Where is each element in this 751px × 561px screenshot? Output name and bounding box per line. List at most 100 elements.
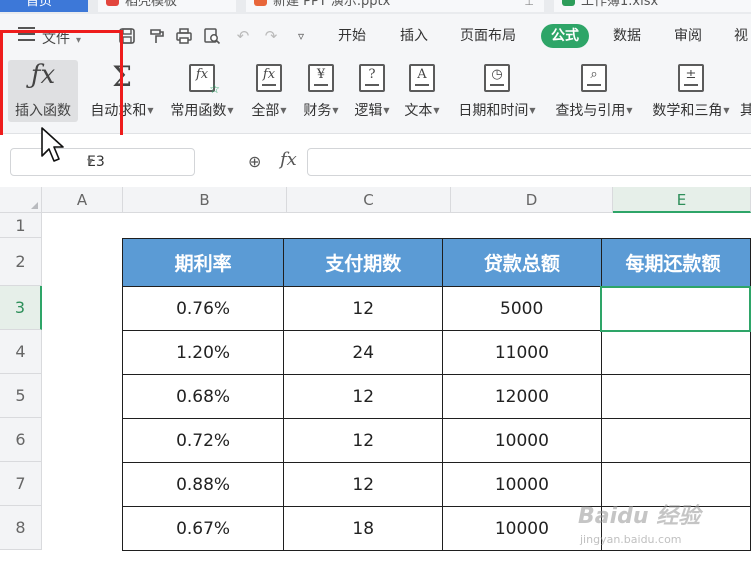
format-painter-icon[interactable] xyxy=(147,27,165,45)
menu-page-layout[interactable]: 页面布局 xyxy=(460,26,516,46)
row-header-6[interactable]: 6 xyxy=(0,418,42,462)
cell[interactable]: 24 xyxy=(283,330,444,375)
chevron-down-icon: ▼ xyxy=(147,106,154,115)
formula-bar: E3 ▼ ⊕ fx xyxy=(0,135,751,187)
tab-docer-label: 稻壳模板 xyxy=(125,0,178,9)
column-header-d[interactable]: D xyxy=(451,187,613,213)
date-time-label: 日期和时间 xyxy=(458,103,529,119)
column-header-b[interactable]: B xyxy=(123,187,287,213)
cell[interactable]: 0.68% xyxy=(121,374,285,419)
all-functions-icon: fx xyxy=(256,64,282,92)
text-functions-button[interactable]: A 文本▼ xyxy=(399,60,445,122)
menu-data[interactable]: 数据 xyxy=(613,26,641,46)
cell[interactable]: 12 xyxy=(283,286,444,331)
cell[interactable]: 0.67% xyxy=(121,506,285,551)
text-icon: A xyxy=(409,64,435,92)
menu-home[interactable]: 开始 xyxy=(338,26,366,46)
print-preview-icon[interactable] xyxy=(203,27,221,45)
cell[interactable] xyxy=(600,330,751,375)
cell[interactable] xyxy=(600,418,751,463)
name-box[interactable]: E3 ▼ xyxy=(10,148,195,176)
print-icon[interactable] xyxy=(175,27,193,45)
table-row: 1.20% 24 11000 xyxy=(121,330,751,375)
selected-cell-e3[interactable] xyxy=(600,285,751,332)
logic-functions-button[interactable]: ? 逻辑▼ xyxy=(349,60,395,122)
table-row: 0.76% 12 5000 xyxy=(121,285,751,332)
formula-input[interactable] xyxy=(307,148,751,176)
table-row: 0.68% 12 12000 xyxy=(121,374,751,419)
menu-formulas[interactable]: 公式 xyxy=(541,24,589,48)
row-header-8[interactable]: 8 xyxy=(0,506,42,550)
chevron-down-icon: ▼ xyxy=(227,106,234,115)
chevron-down-icon: ▼ xyxy=(626,106,633,115)
header-period-rate[interactable]: 期利率 xyxy=(121,238,285,287)
column-header-a[interactable]: A xyxy=(42,187,123,213)
tab-home-label: 首页 xyxy=(26,0,53,9)
all-functions-button[interactable]: fx 全部▼ xyxy=(245,60,293,122)
table-row: 0.72% 12 10000 xyxy=(121,418,751,463)
finance-functions-button[interactable]: ¥ 财务▼ xyxy=(298,60,344,122)
logic-label: 逻辑 xyxy=(354,103,383,119)
select-all-corner[interactable] xyxy=(0,187,42,213)
cell[interactable]: 12000 xyxy=(442,374,602,419)
text-label: 文本 xyxy=(404,103,433,119)
tab-workbook[interactable]: 工作簿1.xlsx xyxy=(554,0,751,12)
docer-icon xyxy=(106,0,119,6)
cell[interactable]: 12 xyxy=(283,418,444,463)
zoom-icon[interactable]: ⊕ xyxy=(248,152,261,171)
clock-icon: ◷ xyxy=(484,64,510,92)
header-payment-periods[interactable]: 支付期数 xyxy=(283,238,444,287)
cell[interactable]: 1.20% xyxy=(121,330,285,375)
header-payment-per-period[interactable]: 每期还款额 xyxy=(600,238,751,287)
chevron-down-icon: ▼ xyxy=(332,106,339,115)
watermark-url: jingyan.baidu.com xyxy=(580,533,682,546)
row-header-1[interactable]: 1 xyxy=(0,213,42,238)
all-functions-label: 全部 xyxy=(251,103,280,119)
row-header-5[interactable]: 5 xyxy=(0,374,42,418)
cell[interactable]: 0.76% xyxy=(121,286,285,331)
cell[interactable]: 12 xyxy=(283,462,444,507)
pin-icon[interactable]: ⊥ xyxy=(524,0,534,12)
cell[interactable]: 0.88% xyxy=(121,462,285,507)
menu-view[interactable]: 视 xyxy=(734,26,748,46)
cell[interactable]: 11000 xyxy=(442,330,602,375)
tab-home[interactable]: 首页 xyxy=(0,0,88,12)
menu-insert[interactable]: 插入 xyxy=(400,26,428,46)
row-header-3[interactable]: 3 xyxy=(0,286,42,330)
common-functions-button[interactable]: fx ☆ 常用函数▼ xyxy=(166,60,238,122)
lookup-icon: ⌕ xyxy=(581,64,607,92)
cell[interactable]: 0.72% xyxy=(121,418,285,463)
cell[interactable]: 12 xyxy=(283,374,444,419)
cell[interactable]: 10000 xyxy=(442,418,602,463)
other-functions-button[interactable]: 其 xyxy=(740,60,751,122)
date-time-functions-button[interactable]: ◷ 日期和时间▼ xyxy=(452,60,542,122)
ppt-file-icon xyxy=(254,0,267,6)
column-header-e[interactable]: E xyxy=(613,187,751,213)
cell[interactable]: 5000 xyxy=(442,286,602,331)
math-icon: ± xyxy=(678,64,704,92)
chevron-down-icon: ▼ xyxy=(433,106,440,115)
fx-icon[interactable]: fx xyxy=(280,149,297,170)
chevron-down-icon: ▼ xyxy=(529,106,536,115)
common-function-icon: fx ☆ xyxy=(189,64,220,96)
tab-ppt-document[interactable]: 新建 PPT 演示.pptx ⊥ xyxy=(246,0,544,12)
row-header-7[interactable]: 7 xyxy=(0,462,42,506)
undo-icon[interactable]: ↶ xyxy=(234,27,252,45)
logic-icon: ? xyxy=(359,64,385,92)
table-header-row: 期利率 支付期数 贷款总额 每期还款额 xyxy=(121,238,751,287)
row-header-2[interactable]: 2 xyxy=(0,238,42,286)
row-header-4[interactable]: 4 xyxy=(0,330,42,374)
tab-docer-templates[interactable]: 稻壳模板 xyxy=(98,0,236,12)
cell[interactable]: 18 xyxy=(283,506,444,551)
finance-icon: ¥ xyxy=(308,64,334,92)
other-functions-label: 其 xyxy=(740,103,751,119)
lookup-functions-button[interactable]: ⌕ 查找与引用▼ xyxy=(548,60,640,122)
menu-review[interactable]: 审阅 xyxy=(674,26,702,46)
redo-icon[interactable]: ↷ xyxy=(262,27,280,45)
more-quick-access-icon[interactable]: ▿ xyxy=(292,27,310,45)
finance-label: 财务 xyxy=(303,103,332,119)
column-header-c[interactable]: C xyxy=(287,187,451,213)
math-functions-button[interactable]: ± 数学和三角▼ xyxy=(645,60,737,122)
cell[interactable] xyxy=(600,374,751,419)
header-loan-total[interactable]: 贷款总额 xyxy=(442,238,602,287)
